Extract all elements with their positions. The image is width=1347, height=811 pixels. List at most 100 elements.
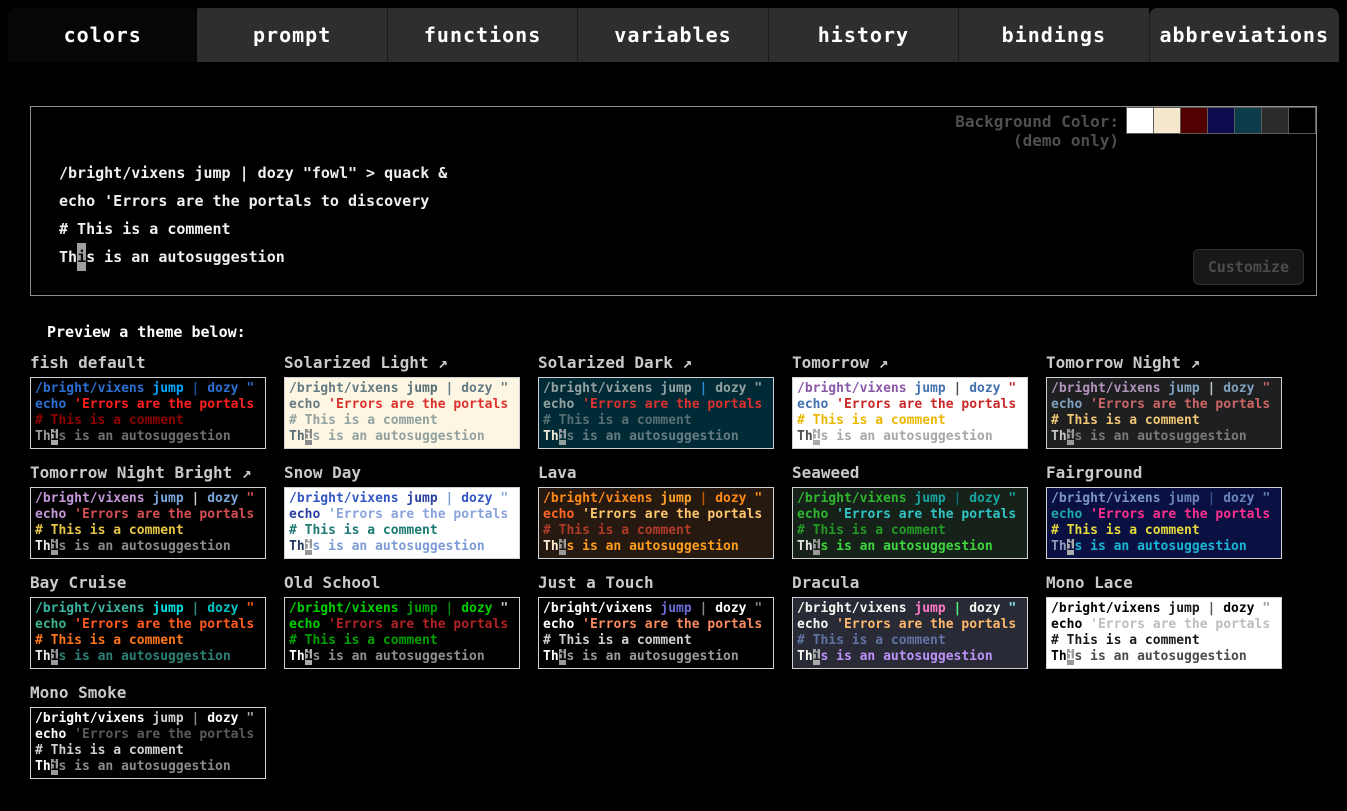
theme-card-line-4: This is an autosuggestion xyxy=(289,539,515,555)
theme-card-seaweed[interactable]: /bright/vixens jump | dozy "echo 'Errors… xyxy=(792,487,1028,559)
theme-card-line-1: /bright/vixens jump | dozy " xyxy=(35,381,261,397)
theme-card-line-3: # This is a comment xyxy=(543,633,769,649)
theme-card-line-1: /bright/vixens jump | dozy " xyxy=(289,601,515,617)
theme-card-line-1: /bright/vixens jump | dozy " xyxy=(35,601,261,617)
theme-card-line-3: # This is a comment xyxy=(1051,523,1277,539)
theme-title-solarized-light[interactable]: Solarized Light ↗ xyxy=(284,353,520,377)
theme-card-line-3: # This is a comment xyxy=(35,523,261,539)
theme-card-line-3: # This is a comment xyxy=(797,413,1023,429)
theme-title-lava: Lava xyxy=(538,463,774,487)
theme-tomorrow-night-bright: Tomorrow Night Bright ↗/bright/vixens ju… xyxy=(30,463,266,559)
bg-swatch-5[interactable] xyxy=(1261,107,1289,134)
terminal-preview: Background Color: (demo only) /bright/vi… xyxy=(30,106,1317,296)
tab-functions[interactable]: functions xyxy=(387,8,577,62)
preview-line-3: # This is a comment xyxy=(59,215,1316,243)
theme-card-line-1: /bright/vixens jump | dozy " xyxy=(1051,491,1277,507)
theme-card-line-1: /bright/vixens jump | dozy " xyxy=(797,491,1023,507)
theme-mono-lace: Mono Lace/bright/vixens jump | dozy "ech… xyxy=(1046,573,1282,669)
bg-swatch-4[interactable] xyxy=(1234,107,1262,134)
theme-card-line-1: /bright/vixens jump | dozy " xyxy=(289,491,515,507)
theme-card-tomorrow-night[interactable]: /bright/vixens jump | dozy "echo 'Errors… xyxy=(1046,377,1282,449)
theme-snow-day: Snow Day/bright/vixens jump | dozy "echo… xyxy=(284,463,520,559)
theme-card-line-2: echo 'Errors are the portals to discover… xyxy=(543,397,769,413)
theme-card-line-3: # This is a comment xyxy=(543,523,769,539)
theme-title-fairground: Fairground xyxy=(1046,463,1282,487)
bg-swatch-0[interactable] xyxy=(1126,107,1154,134)
theme-card-solarized-dark[interactable]: /bright/vixens jump | dozy "echo 'Errors… xyxy=(538,377,774,449)
theme-old-school: Old School/bright/vixens jump | dozy "ec… xyxy=(284,573,520,669)
theme-card-line-2: echo 'Errors are the portals to discover… xyxy=(797,617,1023,633)
theme-card-line-3: # This is a comment xyxy=(289,523,515,539)
theme-card-line-4: This is an autosuggestion xyxy=(543,539,769,555)
theme-card-tomorrow-night-bright[interactable]: /bright/vixens jump | dozy "echo 'Errors… xyxy=(30,487,266,559)
theme-title-solarized-dark[interactable]: Solarized Dark ↗ xyxy=(538,353,774,377)
preview-line-4: This is an autosuggestion xyxy=(59,243,1316,271)
tab-abbreviations[interactable]: abbreviations xyxy=(1149,8,1339,62)
theme-card-line-3: # This is a comment xyxy=(35,413,261,429)
theme-card-fish-default[interactable]: /bright/vixens jump | dozy "echo 'Errors… xyxy=(30,377,266,449)
theme-card-line-3: # This is a comment xyxy=(35,743,261,759)
theme-card-line-1: /bright/vixens jump | dozy " xyxy=(543,601,769,617)
theme-title-tomorrow-night[interactable]: Tomorrow Night ↗ xyxy=(1046,353,1282,377)
theme-card-snow-day[interactable]: /bright/vixens jump | dozy "echo 'Errors… xyxy=(284,487,520,559)
theme-card-line-4: This is an autosuggestion xyxy=(289,649,515,665)
theme-card-line-4: This is an autosuggestion xyxy=(35,759,261,775)
theme-title-fish-default: fish default xyxy=(30,353,266,377)
theme-title-mono-lace: Mono Lace xyxy=(1046,573,1282,597)
theme-card-line-1: /bright/vixens jump | dozy " xyxy=(289,381,515,397)
bg-swatch-3[interactable] xyxy=(1207,107,1235,134)
background-swatches xyxy=(1127,107,1316,134)
theme-just-a-touch: Just a Touch/bright/vixens jump | dozy "… xyxy=(538,573,774,669)
theme-card-line-2: echo 'Errors are the portals to discover… xyxy=(35,617,261,633)
customize-button[interactable]: Customize xyxy=(1193,249,1304,285)
theme-card-line-4: This is an autosuggestion xyxy=(797,429,1023,445)
theme-title-snow-day: Snow Day xyxy=(284,463,520,487)
theme-card-line-4: This is an autosuggestion xyxy=(35,429,261,445)
theme-card-line-4: This is an autosuggestion xyxy=(35,649,261,665)
theme-card-dracula[interactable]: /bright/vixens jump | dozy "echo 'Errors… xyxy=(792,597,1028,669)
theme-solarized-light: Solarized Light ↗/bright/vixens jump | d… xyxy=(284,353,520,449)
fish-config-colors-page: colorspromptfunctionsvariableshistorybin… xyxy=(0,8,1347,793)
theme-card-just-a-touch[interactable]: /bright/vixens jump | dozy "echo 'Errors… xyxy=(538,597,774,669)
theme-bay-cruise: Bay Cruise/bright/vixens jump | dozy "ec… xyxy=(30,573,266,669)
theme-card-line-1: /bright/vixens jump | dozy " xyxy=(35,491,261,507)
theme-card-mono-lace[interactable]: /bright/vixens jump | dozy "echo 'Errors… xyxy=(1046,597,1282,669)
theme-card-mono-smoke[interactable]: /bright/vixens jump | dozy "echo 'Errors… xyxy=(30,707,266,779)
theme-card-line-1: /bright/vixens jump | dozy " xyxy=(543,491,769,507)
theme-card-solarized-light[interactable]: /bright/vixens jump | dozy "echo 'Errors… xyxy=(284,377,520,449)
theme-mono-smoke: Mono Smoke/bright/vixens jump | dozy "ec… xyxy=(30,683,266,779)
tab-bindings[interactable]: bindings xyxy=(958,8,1148,62)
bg-swatch-2[interactable] xyxy=(1180,107,1208,134)
theme-card-line-2: echo 'Errors are the portals to discover… xyxy=(289,397,515,413)
bg-swatch-6[interactable] xyxy=(1288,107,1316,134)
theme-title-tomorrow[interactable]: Tomorrow ↗ xyxy=(792,353,1028,377)
theme-title-seaweed: Seaweed xyxy=(792,463,1028,487)
theme-card-old-school[interactable]: /bright/vixens jump | dozy "echo 'Errors… xyxy=(284,597,520,669)
theme-title-bay-cruise: Bay Cruise xyxy=(30,573,266,597)
theme-dracula: Dracula/bright/vixens jump | dozy "echo … xyxy=(792,573,1028,669)
tab-colors[interactable]: colors xyxy=(8,8,197,62)
preview-line-2: echo 'Errors are the portals to discover… xyxy=(59,187,1316,215)
theme-card-tomorrow[interactable]: /bright/vixens jump | dozy "echo 'Errors… xyxy=(792,377,1028,449)
colors-tab-content: Background Color: (demo only) /bright/vi… xyxy=(0,106,1347,793)
theme-lava: Lava/bright/vixens jump | dozy "echo 'Er… xyxy=(538,463,774,559)
tab-prompt[interactable]: prompt xyxy=(197,8,386,62)
background-color-picker: Background Color: (demo only) xyxy=(955,107,1316,150)
themes-heading: Preview a theme below: xyxy=(47,323,1317,341)
theme-card-fairground[interactable]: /bright/vixens jump | dozy "echo 'Errors… xyxy=(1046,487,1282,559)
theme-tomorrow: Tomorrow ↗/bright/vixens jump | dozy "ec… xyxy=(792,353,1028,449)
theme-title-tomorrow-night-bright[interactable]: Tomorrow Night Bright ↗ xyxy=(30,463,266,487)
theme-card-line-4: This is an autosuggestion xyxy=(797,539,1023,555)
bg-swatch-1[interactable] xyxy=(1153,107,1181,134)
theme-card-line-4: This is an autosuggestion xyxy=(1051,649,1277,665)
theme-tomorrow-night: Tomorrow Night ↗/bright/vixens jump | do… xyxy=(1046,353,1282,449)
theme-card-lava[interactable]: /bright/vixens jump | dozy "echo 'Errors… xyxy=(538,487,774,559)
tab-variables[interactable]: variables xyxy=(577,8,767,62)
tab-history[interactable]: history xyxy=(768,8,958,62)
theme-card-line-1: /bright/vixens jump | dozy " xyxy=(1051,601,1277,617)
theme-card-line-4: This is an autosuggestion xyxy=(1051,539,1277,555)
theme-card-line-2: echo 'Errors are the portals to discover… xyxy=(1051,617,1277,633)
theme-card-bay-cruise[interactable]: /bright/vixens jump | dozy "echo 'Errors… xyxy=(30,597,266,669)
theme-card-line-1: /bright/vixens jump | dozy " xyxy=(797,381,1023,397)
theme-card-line-3: # This is a comment xyxy=(289,633,515,649)
